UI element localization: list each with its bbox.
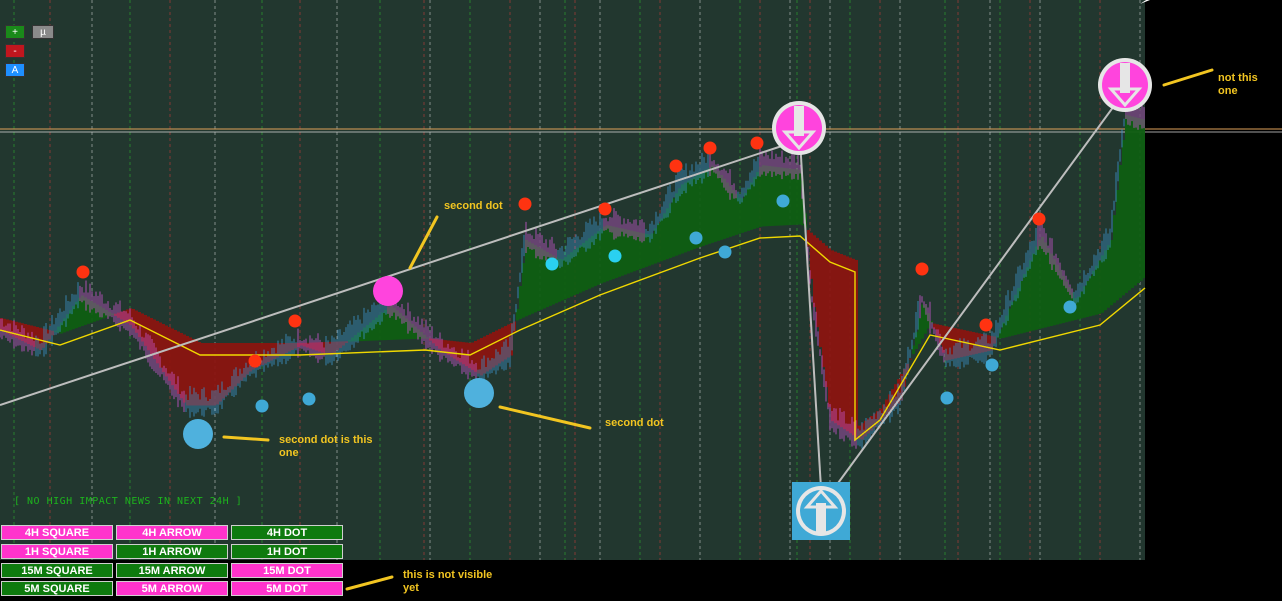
toggle-1h-dot[interactable]: 1H DOT <box>231 544 343 559</box>
large-blue-dot-marker <box>183 419 213 449</box>
red-signal-dot <box>669 159 683 173</box>
red-signal-dot <box>750 136 764 150</box>
up-arrow-square-icon <box>792 482 850 540</box>
blue-signal-dot <box>302 392 316 406</box>
red-signal-dot <box>915 262 929 276</box>
zoom-out-button[interactable]: - <box>5 44 25 58</box>
red-signal-dot <box>288 314 302 328</box>
red-signal-dot <box>248 354 262 368</box>
blue-signal-dot <box>776 194 790 208</box>
down-arrow-icon <box>772 101 826 155</box>
red-signal-dot <box>76 265 90 279</box>
toggle-1h-square[interactable]: 1H SQUARE <box>1 544 113 559</box>
news-status-label: [ NO HIGH IMPACT NEWS IN NEXT 24H ] <box>14 496 243 507</box>
toggle-4h-square[interactable]: 4H SQUARE <box>1 525 113 540</box>
toggle-15m-arrow[interactable]: 15M ARROW <box>116 563 228 578</box>
down-arrow-icon-2 <box>1098 58 1152 112</box>
blue-signal-dot <box>608 249 622 263</box>
blue-signal-dot <box>985 358 999 372</box>
annotation-not-this-one: not this one <box>1218 72 1258 97</box>
toggle-5m-square[interactable]: 5M SQUARE <box>1 581 113 596</box>
red-signal-dot <box>1032 212 1046 226</box>
pink-dot-marker <box>373 276 403 306</box>
blue-signal-dot <box>689 231 703 245</box>
red-signal-dot <box>703 141 717 155</box>
blue-signal-dot <box>545 257 559 271</box>
blue-signal-dot <box>718 245 732 259</box>
annotation-not-visible-yet: this is not visible yet <box>403 569 493 594</box>
annotation-second-dot-mid: second dot <box>605 417 664 429</box>
red-signal-dot <box>979 318 993 332</box>
toggle-5m-dot[interactable]: 5M DOT <box>231 581 343 596</box>
toggle-15m-square[interactable]: 15M SQUARE <box>1 563 113 578</box>
toggle-1h-arrow[interactable]: 1H ARROW <box>116 544 228 559</box>
annotation-second-dot-top: second dot <box>444 200 503 212</box>
price-chart[interactable] <box>0 0 1282 601</box>
toggle-15m-dot[interactable]: 15M DOT <box>231 563 343 578</box>
blue-signal-dot <box>940 391 954 405</box>
zoom-in-button[interactable]: + <box>5 25 25 39</box>
blue-signal-dot <box>255 399 269 413</box>
toggle-4h-arrow[interactable]: 4H ARROW <box>116 525 228 540</box>
toggle-4h-dot[interactable]: 4H DOT <box>231 525 343 540</box>
trading-chart-window: + µ - A [ NO HIGH IMPACT NEWS IN NEXT 24… <box>0 0 1282 601</box>
red-signal-dot <box>518 197 532 211</box>
toggle-5m-arrow[interactable]: 5M ARROW <box>116 581 228 596</box>
blue-signal-dot <box>1063 300 1077 314</box>
mu-button[interactable]: µ <box>32 25 54 39</box>
red-signal-dot <box>598 202 612 216</box>
auto-scale-button[interactable]: A <box>5 63 25 77</box>
large-blue-dot-marker-2 <box>464 378 494 408</box>
annotation-second-dot-is-this-one: second dot is this one <box>279 434 373 459</box>
